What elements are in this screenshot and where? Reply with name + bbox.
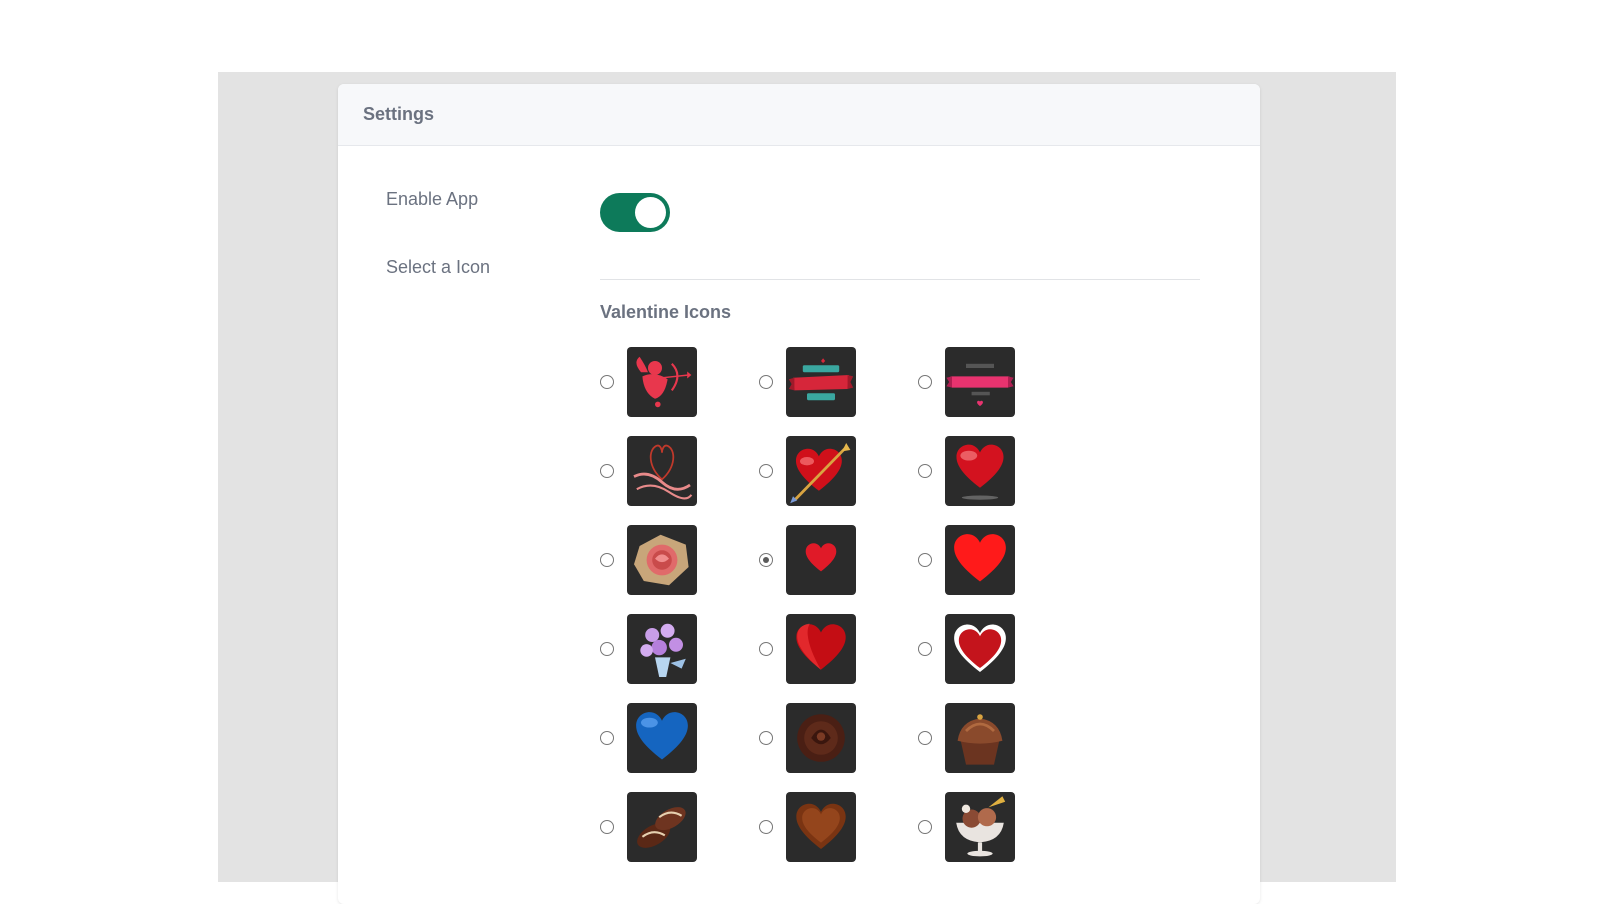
icon-radio-button[interactable] — [759, 820, 773, 834]
chocolate-cupcake-icon[interactable] — [945, 703, 1015, 773]
icon-radio-button[interactable] — [918, 464, 932, 478]
icon-radio-button[interactable] — [918, 731, 932, 745]
blue-heart-icon[interactable] — [627, 703, 697, 773]
icon-radio-button[interactable] — [759, 731, 773, 745]
icon-grid — [600, 347, 1077, 881]
icon-option[interactable] — [918, 347, 1077, 417]
flat-red-heart-icon[interactable] — [945, 525, 1015, 595]
heart-with-arrow-icon[interactable] — [786, 436, 856, 506]
valentine-icons-heading: Valentine Icons — [600, 302, 732, 322]
icon-option[interactable] — [759, 614, 918, 684]
toggle-knob — [635, 197, 666, 228]
settings-card: Settings Enable App Select a Icon Valent… — [338, 84, 1260, 904]
shaded-red-heart-icon[interactable] — [786, 614, 856, 684]
icon-radio-button[interactable] — [918, 375, 932, 389]
icon-option[interactable] — [600, 792, 759, 862]
icon-radio-button[interactable] — [600, 464, 614, 478]
icon-radio-button[interactable] — [918, 642, 932, 656]
icon-option[interactable] — [918, 525, 1077, 595]
icon-radio-button[interactable] — [918, 820, 932, 834]
icon-option[interactable] — [918, 703, 1077, 773]
icon-option[interactable] — [918, 436, 1077, 506]
white-outlined-red-heart-icon[interactable] — [945, 614, 1015, 684]
icon-radio-button[interactable] — [759, 642, 773, 656]
icon-radio-button[interactable] — [759, 553, 773, 567]
happy-valentines-day-pink-ribbon-icon[interactable] — [945, 347, 1015, 417]
icon-option[interactable] — [759, 792, 918, 862]
icon-radio-button[interactable] — [600, 820, 614, 834]
icon-radio-button[interactable] — [918, 553, 932, 567]
chocolate-rose-icon[interactable] — [786, 703, 856, 773]
glossy-red-heart-icon[interactable] — [945, 436, 1015, 506]
divider — [600, 279, 1200, 280]
icon-option[interactable] — [759, 347, 918, 417]
chocolate-heart-icon[interactable] — [786, 792, 856, 862]
icon-radio-button[interactable] — [600, 731, 614, 745]
icon-radio-button[interactable] — [600, 642, 614, 656]
icon-radio-button[interactable] — [759, 375, 773, 389]
icon-option[interactable] — [600, 347, 759, 417]
happy-valentines-day-banner-icon[interactable] — [786, 347, 856, 417]
icon-option[interactable] — [600, 436, 759, 506]
small-red-heart-icon[interactable] — [786, 525, 856, 595]
happy-valentines-day-script-icon[interactable] — [627, 436, 697, 506]
icon-option[interactable] — [600, 614, 759, 684]
icon-radio-button[interactable] — [600, 375, 614, 389]
icon-option[interactable] — [600, 525, 759, 595]
icon-option[interactable] — [918, 614, 1077, 684]
cupid-icon[interactable] — [627, 347, 697, 417]
icon-option[interactable] — [759, 703, 918, 773]
ice-cream-sundae-icon[interactable] — [945, 792, 1015, 862]
icon-option[interactable] — [918, 792, 1077, 862]
chocolate-pieces-icon[interactable] — [627, 792, 697, 862]
icon-option[interactable] — [759, 525, 918, 595]
icon-option[interactable] — [600, 703, 759, 773]
enable-app-toggle[interactable] — [600, 193, 670, 232]
icon-option[interactable] — [759, 436, 918, 506]
page-title: Settings — [363, 104, 435, 124]
flower-bouquet-icon[interactable] — [627, 614, 697, 684]
select-icon-label: Select a Icon — [386, 257, 491, 277]
rose-icon[interactable] — [627, 525, 697, 595]
icon-radio-button[interactable] — [600, 553, 614, 567]
enable-app-label: Enable App — [386, 189, 479, 209]
card-header: Settings — [338, 84, 1260, 146]
icon-radio-button[interactable] — [759, 464, 773, 478]
